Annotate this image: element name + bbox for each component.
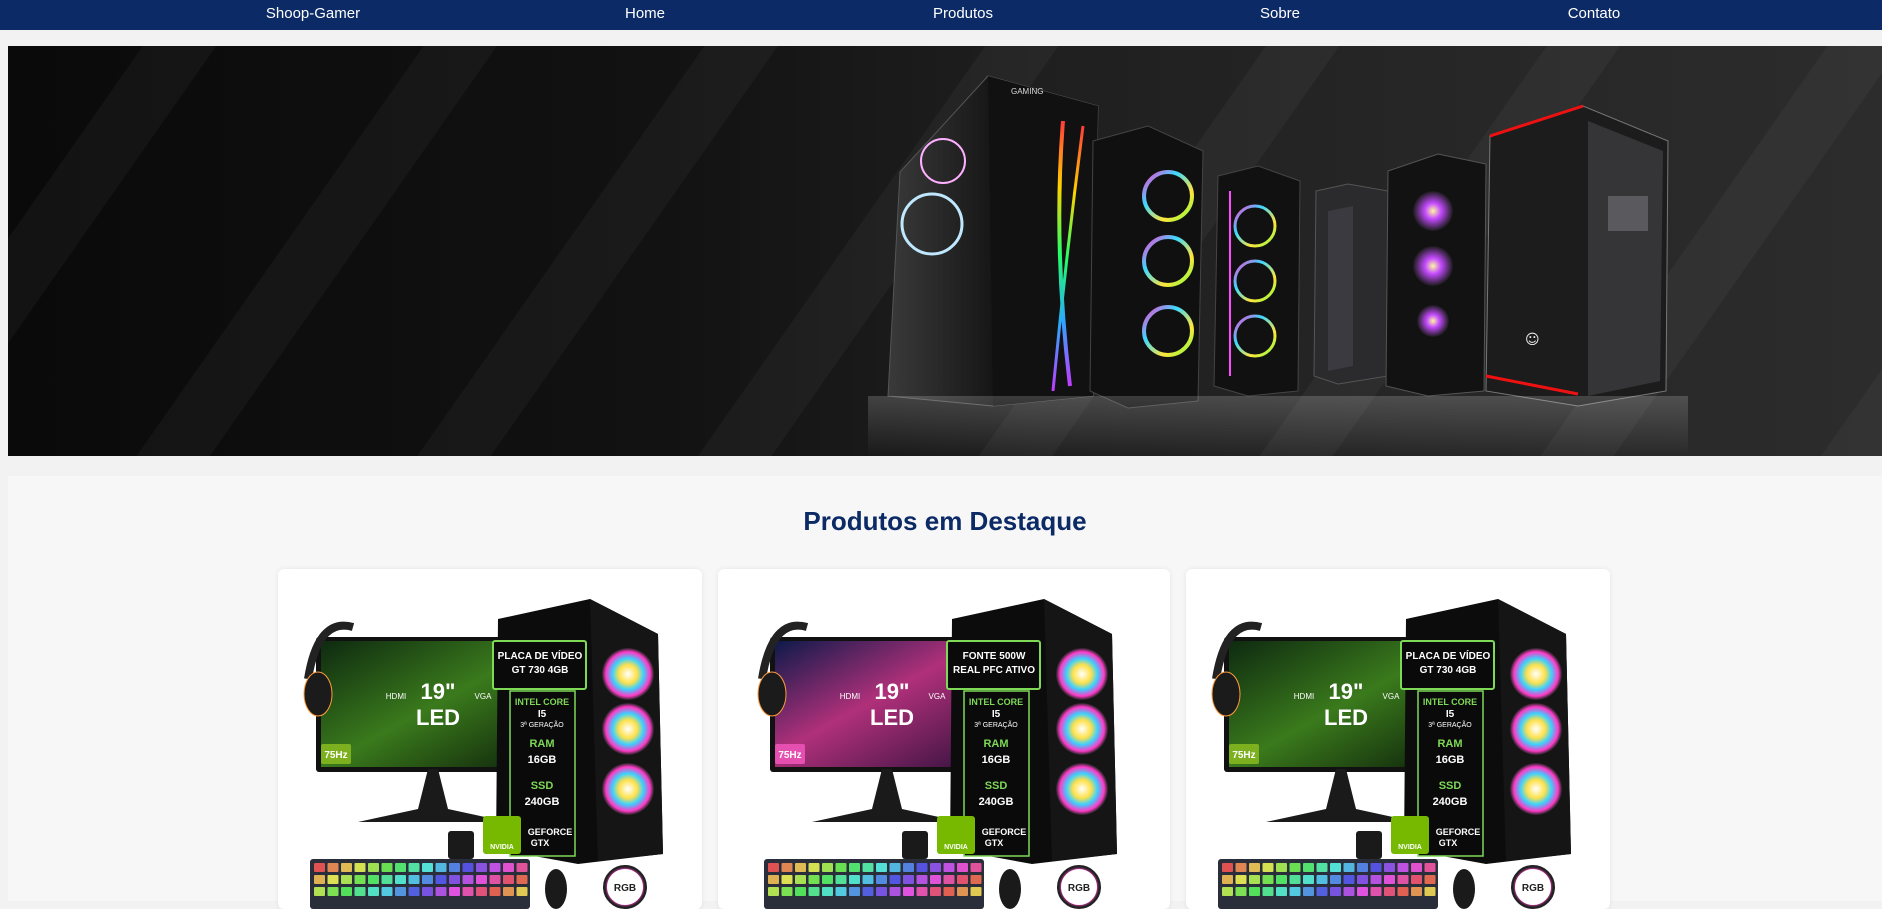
product-image-2: 19"LED HDMI VGA 75Hz FONTE 500W REAL PFC ATIV… (757, 599, 1117, 909)
ram-value: 16GB (982, 754, 1011, 766)
keyboard (764, 859, 984, 909)
mouse-icon (1453, 869, 1475, 909)
screen-type-label: LED (870, 705, 914, 730)
pc-case-6: ☺ (1485, 104, 1669, 407)
port-hdmi-label: HDMI (386, 692, 406, 701)
ssd-label: SSD (1439, 780, 1462, 792)
ssd-value: 240GB (1433, 796, 1468, 808)
product-image-3: 19"LED HDMI VGA 75Hz PLACA DE VÍDEO GT 730 4G… (1211, 599, 1571, 909)
gpu-line-2: GTX (985, 838, 1004, 848)
ssd-label: SSD (985, 780, 1008, 792)
cpu-model: I5 (992, 709, 1001, 720)
gpu-brand-label: NVIDIA (944, 844, 968, 851)
nav-home[interactable]: Home (625, 0, 665, 30)
pc-case-4 (1313, 183, 1389, 385)
pc-case-3 (1213, 165, 1301, 397)
gpu-line-2: GTX (1439, 838, 1458, 848)
nav-contato[interactable]: Contato (1568, 0, 1621, 30)
rgb-label: RGB (1522, 883, 1544, 894)
rgb-fan-icon (1510, 648, 1562, 700)
cpu-label: INTEL CORE (969, 697, 1023, 707)
screen-type-label: LED (416, 705, 460, 730)
ssd-value: 240GB (979, 796, 1014, 808)
cpu-gen: 3ª GERAÇÃO (974, 720, 1018, 729)
gpu-brand-label: NVIDIA (490, 844, 514, 851)
top-navbar: Shoop-Gamer Home Produtos Sobre Contato (0, 0, 1882, 30)
floor-reflection (868, 396, 1688, 456)
svg-text:GAMING: GAMING (1011, 87, 1043, 96)
gpu-line-1: GEFORCE (528, 827, 573, 837)
port-vga-label: VGA (1383, 692, 1401, 701)
refresh-rate-label: 75Hz (324, 750, 347, 761)
cpu-label: INTEL CORE (1423, 697, 1477, 707)
speaker-icon (448, 831, 474, 859)
rgb-fan-icon (1056, 763, 1108, 815)
cpu-gen: 3ª GERAÇÃO (520, 720, 564, 729)
speaker-icon (902, 831, 928, 859)
feature-line-1: PLACA DE VÍDEO (1406, 649, 1491, 662)
pc-case-2 (1089, 125, 1204, 409)
ram-label: RAM (1437, 738, 1462, 750)
rgb-fan-icon (1056, 703, 1108, 755)
rgb-label: RGB (1068, 883, 1090, 894)
port-hdmi-label: HDMI (840, 692, 860, 701)
section-title: Produtos em Destaque (803, 506, 1087, 536)
mouse-icon (545, 869, 567, 909)
rgb-fan-icon (1510, 703, 1562, 755)
keyboard (310, 859, 530, 909)
nav-produtos[interactable]: Produtos (933, 0, 993, 30)
screen-size-label: 19" (875, 679, 910, 704)
feature-line-2: GT 730 4GB (512, 665, 569, 676)
cpu-label: INTEL CORE (515, 697, 569, 707)
refresh-rate-label: 75Hz (1232, 750, 1255, 761)
gpu-line-1: GEFORCE (982, 827, 1027, 837)
screen-size-label: 19" (421, 679, 456, 704)
ssd-label: SSD (531, 780, 554, 792)
svg-text:☺: ☺ (1525, 332, 1540, 348)
speaker-icon (1356, 831, 1382, 859)
screen-type-label: LED (1324, 705, 1368, 730)
product-card-2[interactable]: 19" LED HDMI VGA 75Hz FONTE 500W REAL PFC ATIV… (718, 569, 1170, 909)
nav-sobre[interactable]: Sobre (1260, 0, 1300, 30)
gpu-brand-label: NVIDIA (1398, 844, 1422, 851)
ram-value: 16GB (528, 754, 557, 766)
ssd-value: 240GB (525, 796, 560, 808)
product-card-3[interactable]: 19" LED HDMI VGA 75Hz PLACA DE VÍDEO GT 730 4G… (1186, 569, 1610, 909)
port-hdmi-label: HDMI (1294, 692, 1314, 701)
cpu-model: I5 (538, 709, 547, 720)
ram-label: RAM (529, 738, 554, 750)
rgb-label: RGB (614, 883, 636, 894)
gpu-line-2: GTX (531, 838, 550, 848)
rgb-fan-icon (602, 763, 654, 815)
cpu-model: I5 (1446, 709, 1455, 720)
rgb-fan-icon (1510, 763, 1562, 815)
brand-link[interactable]: Shoop-Gamer (266, 0, 360, 30)
hero-banner: GAMING ☺ (8, 46, 1882, 456)
hero-banner-image: GAMING ☺ (868, 75, 1688, 456)
port-vga-label: VGA (929, 692, 947, 701)
ram-value: 16GB (1436, 754, 1465, 766)
rgb-fan-icon (602, 648, 654, 700)
gpu-line-1: GEFORCE (1436, 827, 1481, 837)
mouse-icon (999, 869, 1021, 909)
refresh-rate-label: 75Hz (778, 750, 801, 761)
screen-size-label: 19" (1329, 679, 1364, 704)
keyboard (1218, 859, 1438, 909)
ram-label: RAM (983, 738, 1008, 750)
pc-case-5 (1385, 153, 1487, 397)
featured-section: Produtos em Destaque 19" LED HDMI VGA 75Hz PL… (8, 476, 1882, 909)
feature-line-1: FONTE 500W (963, 651, 1026, 662)
pc-case-1: GAMING (887, 75, 1099, 407)
feature-line-2: REAL PFC ATIVO (953, 665, 1035, 676)
product-card-1[interactable]: 19" LED HDMI VGA 75Hz PLACA DE VÍDEO GT 730 4G… (278, 569, 702, 909)
port-vga-label: VGA (475, 692, 493, 701)
cpu-gen: 3ª GERAÇÃO (1428, 720, 1472, 729)
feature-line-2: GT 730 4GB (1420, 665, 1477, 676)
rgb-fan-icon (1056, 648, 1108, 700)
feature-line-1: PLACA DE VÍDEO (498, 649, 583, 662)
product-image-1: 19"LED HDMI VGA 75Hz PLACA DE VÍDEO GT 730 4G… (303, 599, 663, 909)
rgb-fan-icon (602, 703, 654, 755)
